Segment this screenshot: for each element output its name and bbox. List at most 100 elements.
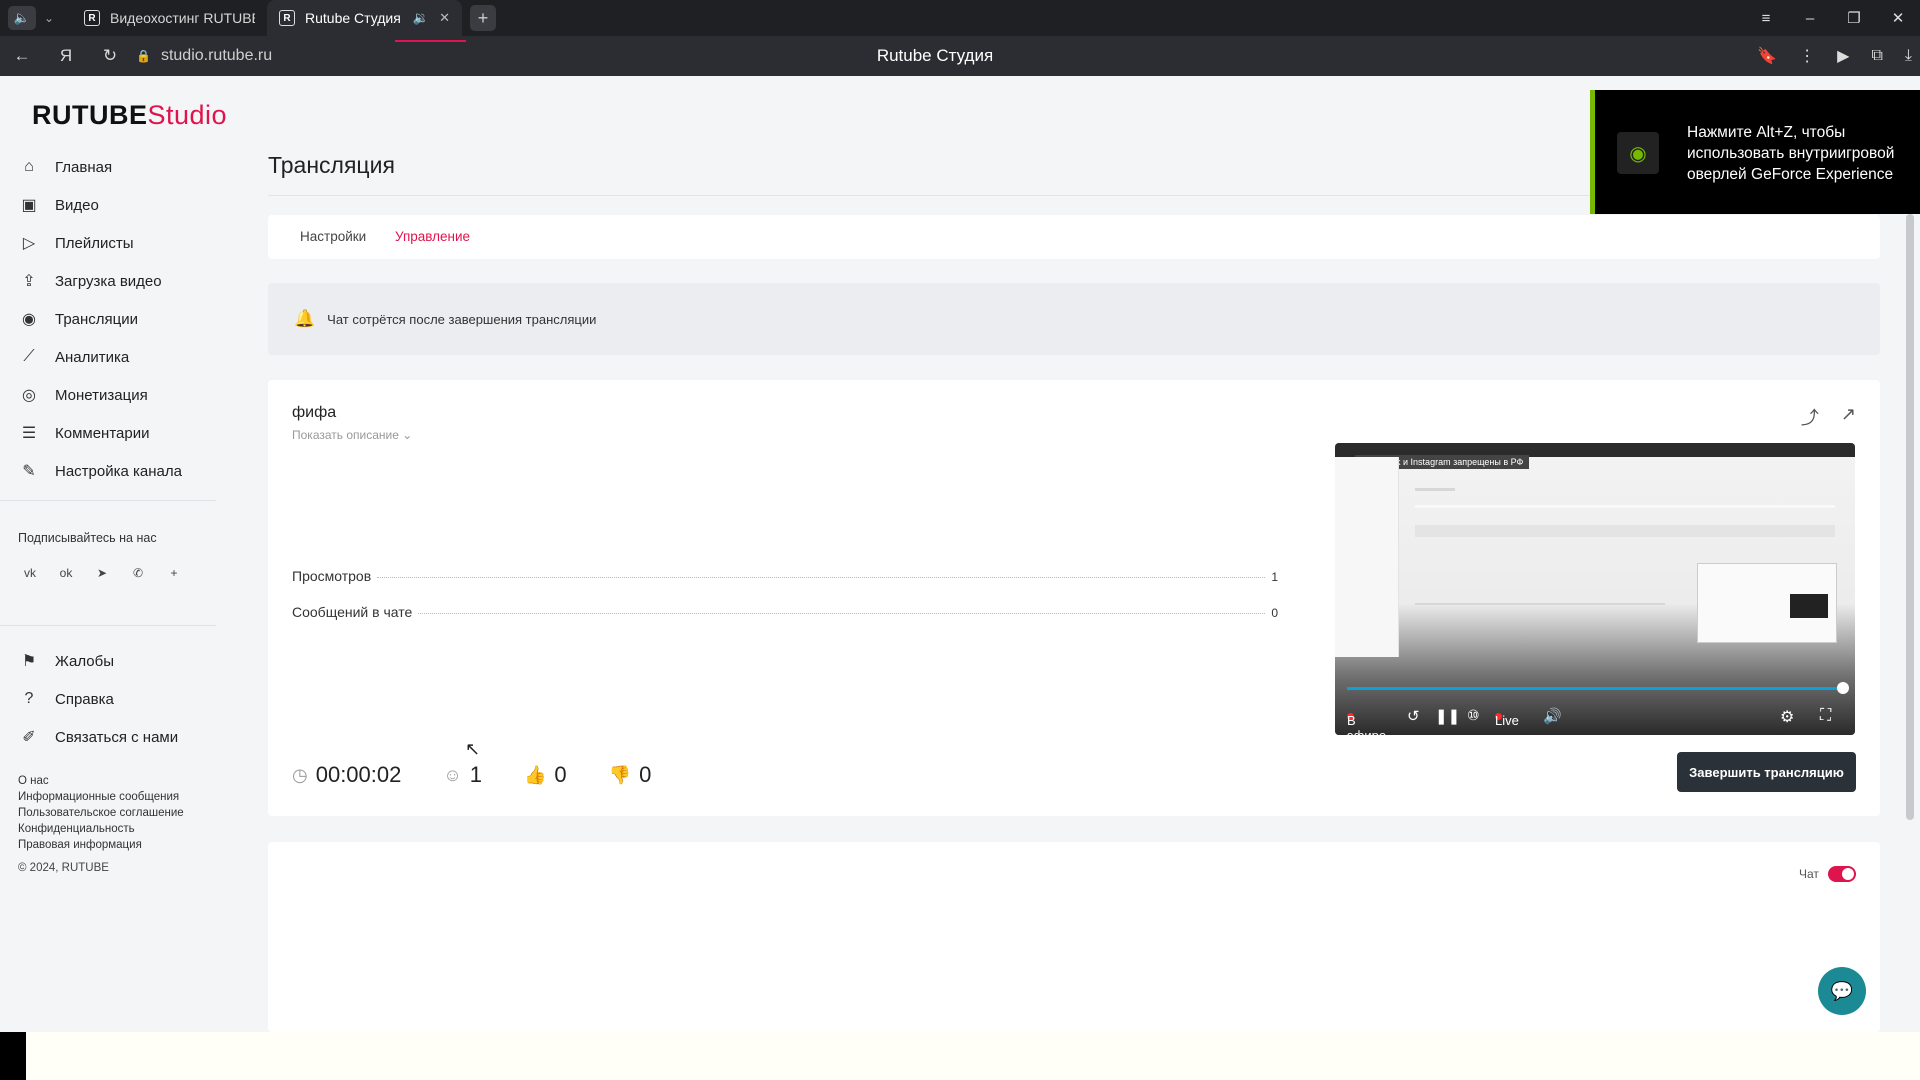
bottom-area bbox=[26, 1032, 1920, 1080]
audio-tab-icon[interactable]: 🔈 bbox=[8, 6, 36, 30]
ok-icon[interactable]: ok bbox=[54, 561, 78, 585]
support-chat-button[interactable]: 💬 bbox=[1818, 967, 1866, 1015]
rewind-icon[interactable]: ↺ bbox=[1407, 707, 1420, 725]
sidebar-item-label: Видео bbox=[55, 196, 99, 214]
sidebar-item-video[interactable]: ▣ Видео bbox=[18, 186, 182, 224]
sidebar-item-label: Главная bbox=[55, 158, 113, 176]
forward-10-icon[interactable]: ⑩ bbox=[1467, 707, 1480, 724]
chevron-down-icon[interactable]: ⌄ bbox=[44, 11, 54, 25]
stat-label: Просмотров bbox=[292, 568, 372, 584]
close-window-icon[interactable]: ✕ bbox=[1876, 9, 1920, 27]
sidebar-item-label: Настройка канала bbox=[55, 462, 182, 480]
browser-tab-rutube[interactable]: R Видеохостинг RUTUBE. С bbox=[72, 0, 267, 36]
sidebar-item-label: Справка bbox=[55, 690, 114, 708]
footer-link-privacy[interactable]: Конфиденциальность bbox=[18, 821, 184, 837]
pause-icon[interactable]: ❚❚ bbox=[1435, 707, 1460, 725]
show-description-link[interactable]: Показать описание ⌄ bbox=[292, 428, 412, 442]
footer-link-terms[interactable]: Пользовательское соглашение bbox=[18, 805, 184, 821]
fullscreen-icon[interactable]: ⛶ bbox=[1820, 707, 1831, 725]
thumbs-down-icon: 👎 bbox=[608, 764, 632, 785]
upload-icon: ⇪ bbox=[22, 273, 36, 290]
sidebar-item-broadcasts[interactable]: ◉ Трансляции bbox=[18, 300, 182, 338]
sidebar-item-label: Комментарии bbox=[55, 424, 150, 442]
sidebar-item-help[interactable]: ? Справка bbox=[18, 680, 178, 718]
reload-icon[interactable]: ↻ bbox=[88, 46, 132, 66]
tabs-bar: Настройки Управление bbox=[268, 215, 1880, 259]
yandex-icon[interactable]: Я bbox=[44, 46, 88, 66]
external-link-icon[interactable]: ↗ bbox=[1841, 404, 1856, 430]
speaker-icon[interactable]: 🔉 bbox=[413, 10, 429, 26]
dotted-leader bbox=[377, 577, 1266, 578]
geforce-overlay-popup: ◉ Нажмите Alt+Z, чтобы использовать внут… bbox=[1590, 90, 1920, 214]
download-icon[interactable]: ⤓ bbox=[1905, 47, 1912, 65]
frame-line bbox=[1415, 603, 1665, 605]
sidebar-item-upload[interactable]: ⇪ Загрузка видео bbox=[18, 262, 182, 300]
subscribe-label: Подписывайтесь на нас bbox=[18, 531, 157, 545]
new-tab-button[interactable]: + bbox=[470, 5, 496, 31]
rutube-studio-logo[interactable]: RUTUBEStudio bbox=[32, 100, 227, 131]
bookmark-icon[interactable]: 🔖 bbox=[1757, 46, 1777, 66]
settings-gear-icon[interactable]: ⚙ bbox=[1780, 707, 1794, 727]
playlist-icon: ▷ bbox=[22, 235, 36, 252]
sidebar-item-playlists[interactable]: ▷ Плейлисты bbox=[18, 224, 182, 262]
more-icon[interactable]: + bbox=[162, 561, 186, 585]
show-description-label: Показать описание bbox=[292, 428, 399, 442]
footer-link-legal[interactable]: Правовая информация bbox=[18, 837, 184, 853]
sidebar-item-analytics[interactable]: ⟋ Аналитика bbox=[18, 338, 182, 376]
sidebar-item-label: Монетизация bbox=[55, 386, 148, 404]
duration-value: 00:00:02 bbox=[315, 762, 402, 787]
player-progress-knob[interactable] bbox=[1837, 682, 1849, 694]
sidebar-item-label: Аналитика bbox=[55, 348, 130, 366]
sidebar-item-home[interactable]: ⌂ Главная bbox=[18, 148, 182, 186]
volume-icon[interactable]: 🔊 bbox=[1543, 707, 1562, 725]
media-icon[interactable]: ▶ bbox=[1837, 46, 1849, 66]
tab-settings[interactable]: Настройки bbox=[300, 229, 366, 244]
duration-stat: ◷ 00:00:02 bbox=[292, 762, 401, 788]
player-progress-bar[interactable] bbox=[1347, 687, 1843, 690]
tab-management[interactable]: Управление bbox=[395, 229, 470, 244]
sidebar-item-contact[interactable]: ✐ Связаться с нами bbox=[18, 718, 178, 756]
sidebar-item-channel-settings[interactable]: ✎ Настройка канала bbox=[18, 452, 182, 490]
player-controls: В эфире ↺ ❚❚ ⑩ Live 🔊 ⚙ ⛶ bbox=[1335, 701, 1855, 735]
sidebar-item-comments[interactable]: ☰ Комментарии bbox=[18, 414, 182, 452]
chat-toggle[interactable] bbox=[1828, 866, 1856, 882]
vk-icon[interactable]: vk bbox=[18, 561, 42, 585]
analytics-icon: ⟋ bbox=[23, 348, 35, 365]
lock-icon[interactable]: 🔒 bbox=[136, 49, 151, 63]
thumbs-up-icon: 👍 bbox=[524, 764, 547, 785]
sidebar-item-complaints[interactable]: ⚑ Жалобы bbox=[18, 642, 178, 680]
stream-title: фифа bbox=[292, 404, 337, 421]
sidebar-item-label: Загрузка видео bbox=[55, 272, 162, 290]
logo-text: RUTUBE bbox=[32, 100, 148, 130]
video-player[interactable]: Facebook и Instagram запрещены в РФ В эф… bbox=[1335, 443, 1855, 735]
likes-stat: 👍 0 bbox=[524, 762, 567, 788]
footer-link-about[interactable]: О нас bbox=[18, 773, 184, 789]
menu-icon[interactable]: ≡ bbox=[1744, 10, 1788, 27]
stream-actions: ⤴ ↗ bbox=[1801, 404, 1856, 430]
stat-value: 0 bbox=[1271, 606, 1278, 620]
clock-icon: ◷ bbox=[292, 764, 308, 785]
telegram-icon[interactable]: ➤ bbox=[90, 561, 114, 585]
rutube-favicon-icon: R bbox=[84, 10, 100, 26]
rutube-favicon-icon: R bbox=[279, 10, 295, 26]
footer-link-info[interactable]: Информационные сообщения bbox=[18, 789, 184, 805]
browser-tabbar: 🔈 ⌄ R Видеохостинг RUTUBE. С R Rutube Ст… bbox=[0, 0, 1920, 36]
close-tab-icon[interactable]: ✕ bbox=[439, 10, 450, 26]
minimize-icon[interactable]: – bbox=[1788, 10, 1832, 27]
back-icon[interactable]: ← bbox=[0, 46, 44, 66]
active-tab-indicator bbox=[395, 40, 466, 42]
page-scrollbar[interactable] bbox=[1906, 214, 1914, 820]
live-stats: ◷ 00:00:02 ☺ 1 👍 0 👎 0 bbox=[292, 762, 693, 788]
browser-tab-studio[interactable]: R Rutube Студия 🔉 ✕ bbox=[267, 0, 462, 36]
chat-notice: 🔔 Чат сотрётся после завершения трансляц… bbox=[268, 283, 1880, 355]
url-field[interactable]: studio.rutube.ru bbox=[161, 47, 272, 65]
viber-icon[interactable]: ✆ bbox=[126, 561, 150, 585]
copyright: © 2024, RUTUBE bbox=[18, 862, 109, 874]
collections-icon[interactable]: ⧉ bbox=[1871, 47, 1882, 65]
contact-icon: ✐ bbox=[22, 729, 36, 746]
restore-icon[interactable]: ❐ bbox=[1832, 9, 1876, 27]
sidebar-item-monetization[interactable]: ◎ Монетизация bbox=[18, 376, 182, 414]
share-icon[interactable]: ⤴ bbox=[1801, 404, 1819, 430]
end-stream-button[interactable]: Завершить трансляцию bbox=[1677, 752, 1856, 792]
more-icon[interactable]: ⋮ bbox=[1799, 46, 1815, 66]
